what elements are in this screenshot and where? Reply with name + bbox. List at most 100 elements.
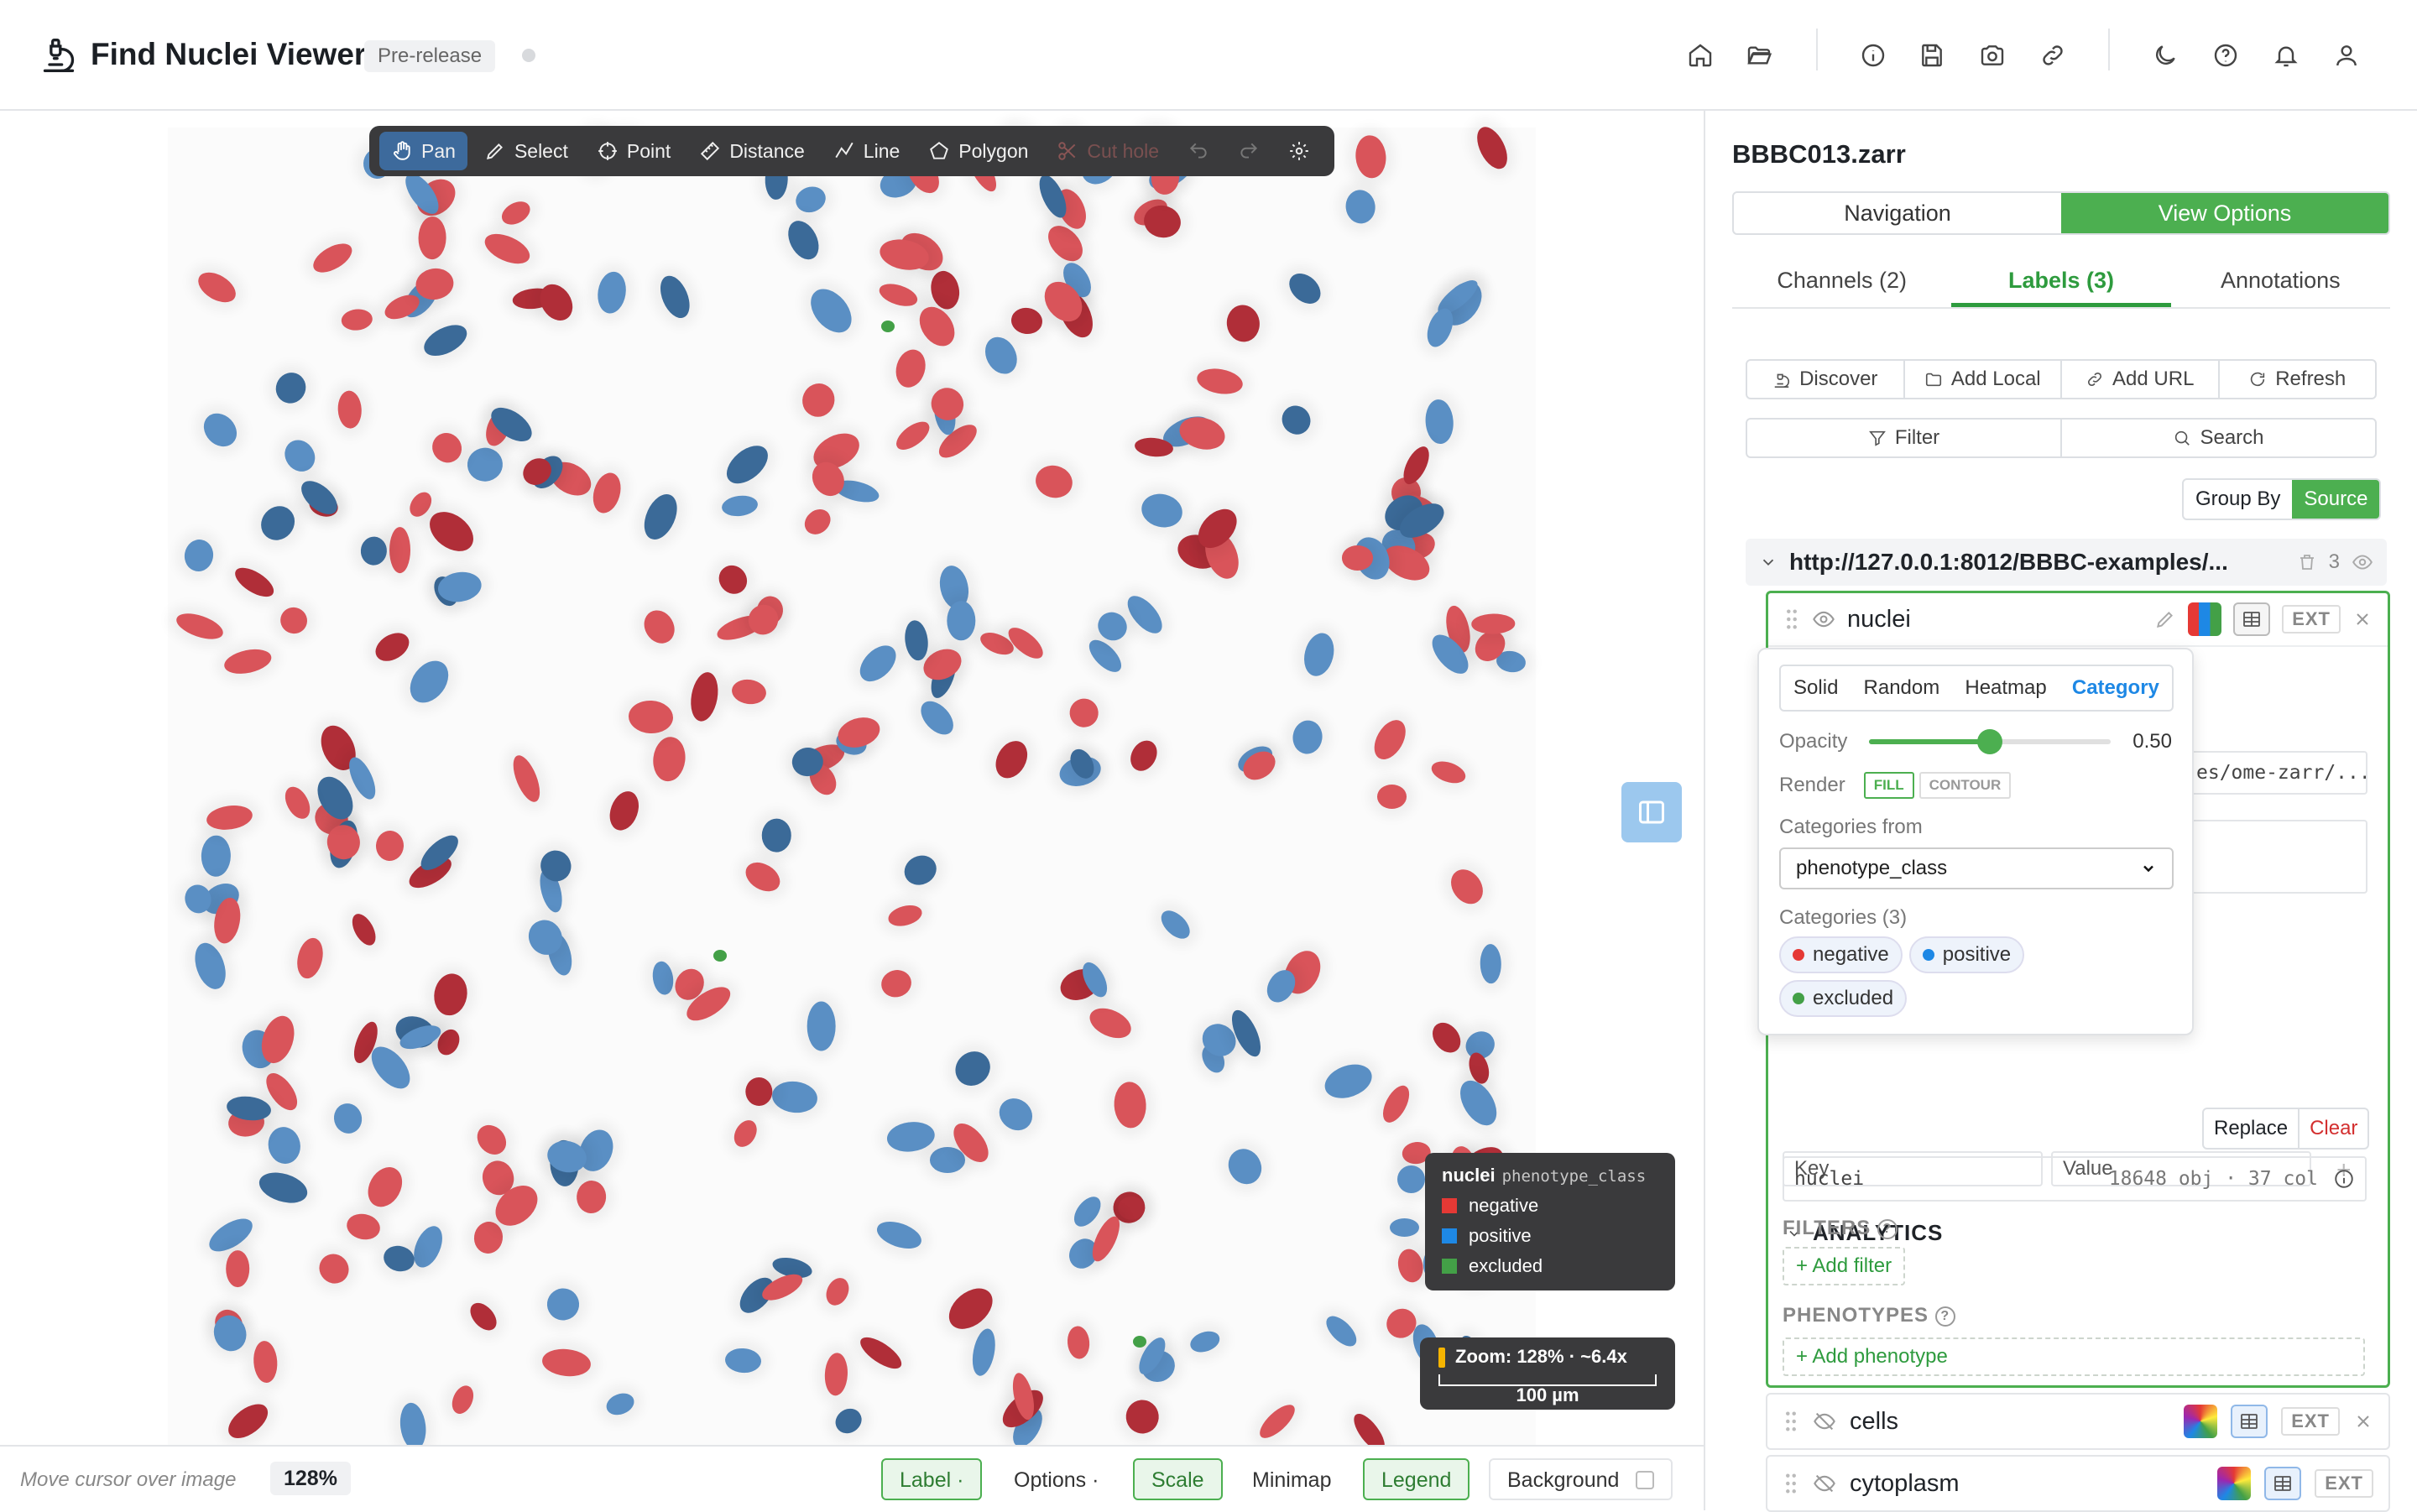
discover-button[interactable]: Discover: [1747, 361, 1905, 398]
tool-cut-hole[interactable]: Cut hole: [1045, 132, 1171, 170]
nucleus-mark: [192, 266, 242, 310]
edit-icon[interactable]: [2154, 608, 2176, 630]
source-group-header[interactable]: http://127.0.0.1:8012/BBBC-examples/... …: [1746, 539, 2387, 586]
label-toggle-button[interactable]: Label ·: [881, 1458, 983, 1500]
filter-button[interactable]: Filter: [1747, 420, 2062, 456]
mode-category[interactable]: Category: [2072, 676, 2159, 700]
zoom-readout: Zoom: 128% · ~6.4x: [1438, 1346, 1657, 1369]
group-by-label[interactable]: Group By: [2184, 480, 2292, 519]
add-url-button[interactable]: Add URL: [2062, 361, 2220, 398]
home-icon[interactable]: [1682, 37, 1719, 74]
microscopy-image[interactable]: [168, 119, 1536, 1445]
close-icon[interactable]: [2353, 1411, 2373, 1431]
color-mode-swatch[interactable]: [2184, 1405, 2218, 1438]
color-mode-swatch[interactable]: [2188, 602, 2222, 636]
add-phenotype-button[interactable]: + Add phenotype: [1783, 1337, 2365, 1376]
trash-icon[interactable]: [2297, 552, 2317, 572]
toggle-panel-button[interactable]: [1621, 782, 1682, 842]
nucleus-mark: [1068, 1191, 1106, 1232]
ext-badge[interactable]: EXT: [2315, 1469, 2373, 1498]
group-by-source[interactable]: Source: [2292, 480, 2380, 519]
scale-toggle-button[interactable]: Scale: [1133, 1458, 1223, 1500]
options-button[interactable]: Options ·: [995, 1458, 1117, 1500]
add-filter-button[interactable]: + Add filter: [1783, 1247, 1906, 1285]
tool-pan[interactable]: Pan: [379, 132, 467, 170]
mode-solid[interactable]: Solid: [1793, 676, 1838, 700]
user-icon[interactable]: [2328, 37, 2365, 74]
opacity-slider[interactable]: [1869, 729, 2112, 754]
folder-open-icon[interactable]: [1741, 37, 1778, 74]
tab-annotations[interactable]: Annotations: [2171, 255, 2390, 307]
navigation-tab[interactable]: Navigation: [1734, 193, 2061, 233]
info-icon[interactable]: [2333, 1168, 2355, 1190]
eye-icon[interactable]: [2352, 551, 2373, 573]
drag-handle-icon[interactable]: [1783, 1410, 1799, 1432]
path-input[interactable]: es/ome-zarr/...: [2188, 751, 2367, 795]
redo-button[interactable]: [1226, 132, 1271, 170]
category-chip-excluded[interactable]: excluded: [1779, 980, 1908, 1017]
bell-icon[interactable]: [2268, 37, 2305, 74]
background-checkbox[interactable]: [1636, 1471, 1655, 1489]
category-chip-negative[interactable]: negative: [1779, 936, 1903, 973]
tool-polygon[interactable]: Polygon: [916, 132, 1040, 170]
categories-count-label: Categories (3): [1779, 906, 1908, 929]
table-button[interactable]: [2231, 1405, 2268, 1438]
mode-heatmap[interactable]: Heatmap: [1965, 676, 2046, 700]
nucleus-mark: [1283, 267, 1327, 310]
slider-knob[interactable]: [1977, 729, 2003, 754]
fill-button[interactable]: FILL: [1863, 772, 1914, 799]
categories-from-select[interactable]: phenotype_class: [1779, 847, 2174, 889]
analytics-table-row[interactable]: nuclei 18648 obj · 37 col: [1783, 1156, 2367, 1202]
camera-icon[interactable]: [1974, 37, 2011, 74]
background-toggle-button[interactable]: Background: [1489, 1458, 1673, 1500]
contour-button[interactable]: CONTOUR: [1918, 772, 2012, 799]
image-viewer[interactable]: Pan Select Point Distance Line Polygon C…: [0, 111, 1704, 1445]
color-mode-swatch[interactable]: [2217, 1467, 2252, 1500]
refresh-button[interactable]: Refresh: [2220, 361, 2376, 398]
tab-labels[interactable]: Labels (3): [1951, 255, 2171, 307]
clear-button[interactable]: Clear: [2298, 1109, 2367, 1148]
category-chip-positive[interactable]: positive: [1908, 936, 2025, 973]
info-icon[interactable]: [1855, 37, 1892, 74]
ext-badge[interactable]: EXT: [2281, 1407, 2340, 1436]
drag-handle-icon[interactable]: [1783, 1473, 1799, 1494]
undo-button[interactable]: [1176, 132, 1221, 170]
tab-channels[interactable]: Channels (2): [1732, 255, 1951, 307]
close-icon[interactable]: [2352, 609, 2373, 629]
replace-button[interactable]: Replace: [2204, 1109, 2298, 1148]
toolbar-settings-button[interactable]: [1276, 132, 1322, 170]
table-button[interactable]: [2233, 602, 2271, 636]
help-icon[interactable]: ?: [1877, 1218, 1898, 1239]
help-icon[interactable]: ?: [1934, 1306, 1955, 1327]
ext-badge[interactable]: EXT: [2282, 605, 2341, 633]
nucleus-mark-excluded: [1133, 1336, 1146, 1348]
nucleus-mark: [275, 602, 312, 639]
nucleus-mark: [279, 783, 315, 823]
tool-line[interactable]: Line: [822, 132, 911, 170]
table-button[interactable]: [2264, 1467, 2302, 1500]
moon-icon[interactable]: [2147, 37, 2184, 74]
header-separator: [1816, 29, 1818, 70]
save-icon[interactable]: [1913, 37, 1950, 74]
tool-point[interactable]: Point: [585, 132, 682, 170]
nucleus-mark: [854, 1332, 906, 1375]
eye-off-icon[interactable]: [1813, 1472, 1836, 1495]
notes-textarea[interactable]: [2188, 820, 2367, 894]
nucleus-mark: [1424, 398, 1455, 445]
link-icon[interactable]: [2034, 37, 2071, 74]
search-button[interactable]: Search: [2062, 420, 2375, 456]
nucleus-mark: [1290, 718, 1324, 756]
tool-select[interactable]: Select: [472, 132, 580, 170]
drag-handle-icon[interactable]: [1783, 608, 1800, 630]
add-local-button[interactable]: Add Local: [1905, 361, 2062, 398]
eye-icon[interactable]: [1812, 607, 1835, 631]
chevron-down-icon[interactable]: [1759, 553, 1778, 571]
mode-random[interactable]: Random: [1864, 676, 1940, 700]
redo-icon: [1240, 143, 1258, 159]
help-icon[interactable]: [2207, 37, 2244, 74]
legend-toggle-button[interactable]: Legend: [1363, 1458, 1470, 1500]
view-options-tab[interactable]: View Options: [2061, 193, 2388, 233]
eye-off-icon[interactable]: [1813, 1410, 1836, 1433]
minimap-toggle-button[interactable]: Minimap: [1234, 1458, 1349, 1500]
tool-distance[interactable]: Distance: [687, 132, 816, 170]
